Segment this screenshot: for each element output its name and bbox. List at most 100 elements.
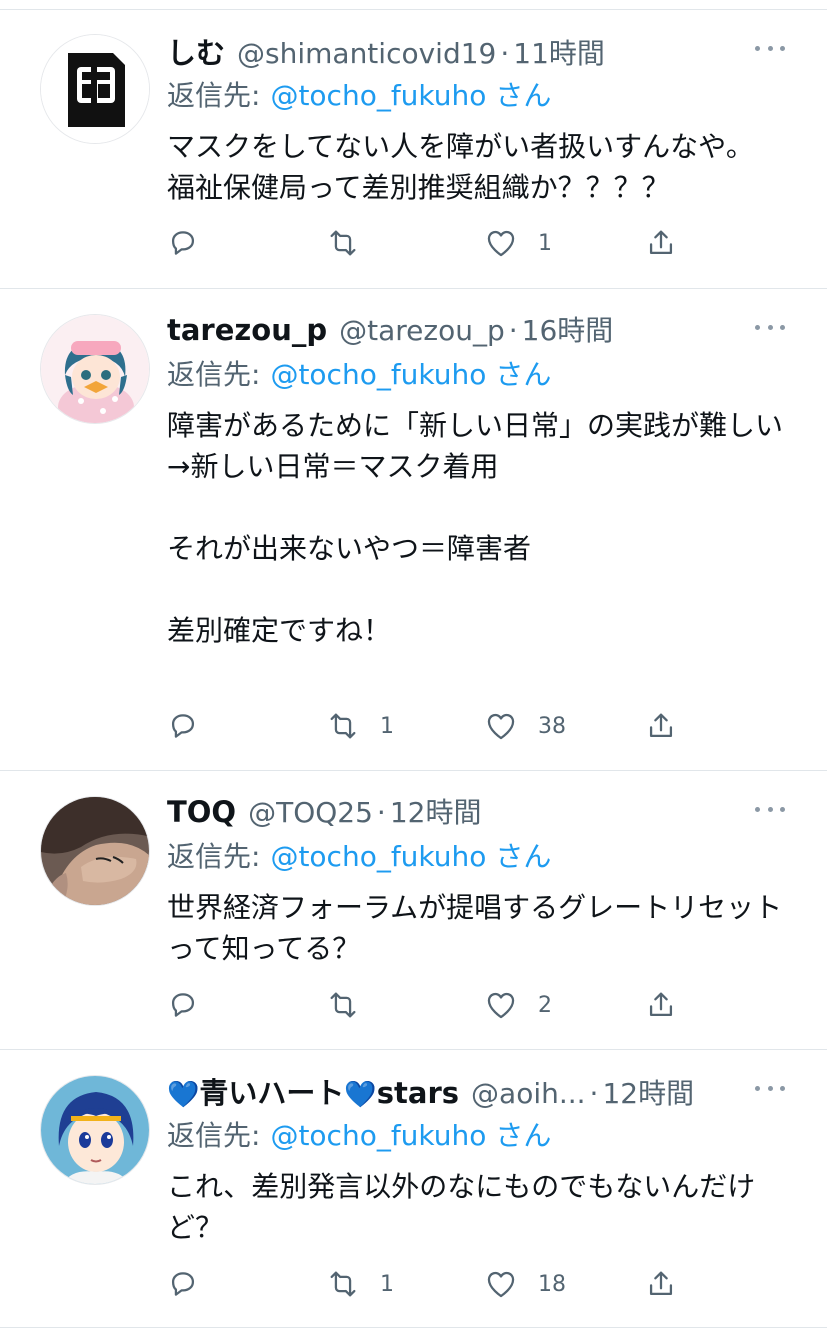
retweet-icon xyxy=(330,713,356,739)
reply-mention[interactable]: @tocho_fukuho xyxy=(270,358,486,391)
reply-mention[interactable]: @tocho_fukuho xyxy=(270,840,486,873)
like-button[interactable]: 2 xyxy=(484,985,552,1025)
avatar[interactable] xyxy=(40,1075,150,1185)
tweet-3[interactable]: TOQ @TOQ25 · 12時間 返信先: @tocho_fukuho さん 世… xyxy=(0,771,827,1050)
more-icon[interactable] xyxy=(755,42,785,54)
retweet-icon xyxy=(330,992,356,1018)
share-icon xyxy=(649,992,673,1017)
separator: · xyxy=(500,37,510,70)
retweet-icon xyxy=(330,1271,356,1297)
timestamp[interactable]: 12時間 xyxy=(390,791,482,831)
reply-icon xyxy=(171,714,195,738)
retweet-icon xyxy=(330,230,356,256)
like-count: 2 xyxy=(538,992,552,1018)
display-name[interactable]: tarezou_p xyxy=(167,313,327,347)
reply-icon xyxy=(171,231,195,255)
reply-prefix: 返信先: xyxy=(167,1119,261,1152)
retweet-button[interactable]: 1 xyxy=(326,706,394,746)
reply-button[interactable] xyxy=(166,223,220,263)
reply-to-line: 返信先: @tocho_fukuho さん xyxy=(167,1114,551,1154)
sim-card-icon xyxy=(41,35,149,143)
reply-to-line: 返信先: @tocho_fukuho さん xyxy=(167,835,551,875)
share-icon xyxy=(649,230,673,255)
reply-button[interactable] xyxy=(166,985,220,1025)
like-button[interactable]: 38 xyxy=(484,706,566,746)
reply-to-line: 返信先: @tocho_fukuho さん xyxy=(167,353,551,393)
avatar[interactable] xyxy=(40,34,150,144)
tweet-header: 💙青いハート💙stars @aoih... · 12時間 xyxy=(167,1070,747,1114)
handle[interactable]: @shimanticovid19 xyxy=(237,37,496,70)
display-name-text: stars xyxy=(376,1076,460,1110)
anime-avatar-image xyxy=(41,1076,149,1184)
reply-mention[interactable]: @tocho_fukuho xyxy=(270,1119,486,1152)
like-icon xyxy=(487,992,515,1019)
reply-prefix: 返信先: xyxy=(167,840,261,873)
more-icon[interactable] xyxy=(755,321,785,333)
share-button[interactable] xyxy=(644,223,678,263)
retweet-button[interactable]: 1 xyxy=(326,1264,394,1304)
tweet-4[interactable]: 💙青いハート💙stars @aoih... · 12時間 返信先: @tocho_… xyxy=(0,1050,827,1328)
handle[interactable]: @tarezou_p xyxy=(339,314,505,347)
reply-prefix: 返信先: xyxy=(167,358,261,391)
share-icon xyxy=(649,1271,673,1296)
tweet-text: 世界経済フォーラムが提唱するグレートリセットって知ってる？ xyxy=(167,891,783,965)
tweet-header: TOQ @TOQ25 · 12時間 xyxy=(167,791,747,835)
reply-button[interactable] xyxy=(166,1264,220,1304)
reply-icon xyxy=(171,993,195,1017)
display-name[interactable]: TOQ xyxy=(167,795,236,829)
reply-suffix: さん xyxy=(495,840,552,873)
tweet-actions: 1 18 xyxy=(0,1264,827,1304)
display-name[interactable]: 💙青いハート💙stars xyxy=(167,1070,459,1112)
tweet-header: しむ @shimanticovid19 · 11時間 xyxy=(167,30,747,74)
display-name-text: 青いハート xyxy=(199,1076,345,1110)
separator: · xyxy=(589,1077,599,1110)
like-icon xyxy=(487,230,515,257)
like-icon xyxy=(487,1271,515,1298)
more-icon[interactable] xyxy=(755,1082,785,1094)
retweet-button[interactable] xyxy=(326,223,380,263)
reply-suffix: さん xyxy=(495,358,552,391)
anime-avatar-image xyxy=(41,315,149,423)
reply-suffix: さん xyxy=(495,79,552,112)
reply-to-line: 返信先: @tocho_fukuho さん xyxy=(167,74,551,114)
handle[interactable]: @aoih... xyxy=(471,1077,586,1110)
like-count: 38 xyxy=(538,713,566,739)
tweet-actions: 1 xyxy=(0,223,827,263)
tweet-actions: 1 38 xyxy=(0,706,827,746)
retweet-button[interactable] xyxy=(326,985,380,1025)
tweet-1[interactable]: しむ @shimanticovid19 · 11時間 返信先: @tocho_fu… xyxy=(0,10,827,289)
tweet-2[interactable]: tarezou_p @tarezou_p · 16時間 返信先: @tocho_f… xyxy=(0,289,827,771)
reply-icon xyxy=(171,1272,195,1296)
reply-button[interactable] xyxy=(166,706,220,746)
separator: · xyxy=(508,314,518,347)
like-button[interactable]: 18 xyxy=(484,1264,566,1304)
hand-photo-image xyxy=(41,797,149,905)
timestamp[interactable]: 16時間 xyxy=(522,309,614,349)
reply-suffix: さん xyxy=(495,1119,552,1152)
separator: · xyxy=(376,796,386,829)
avatar[interactable] xyxy=(40,314,150,424)
share-button[interactable] xyxy=(644,1264,678,1304)
like-count: 1 xyxy=(538,230,552,256)
like-button[interactable]: 1 xyxy=(484,223,552,263)
share-button[interactable] xyxy=(644,985,678,1025)
more-icon[interactable] xyxy=(755,803,785,815)
tweet-text: これ、差別発言以外のなにものでもないんだけど？ xyxy=(167,1170,756,1244)
handle[interactable]: @TOQ25 xyxy=(248,796,373,829)
like-count: 18 xyxy=(538,1271,566,1297)
like-icon xyxy=(487,713,515,740)
reply-mention[interactable]: @tocho_fukuho xyxy=(270,79,486,112)
timestamp[interactable]: 11時間 xyxy=(513,32,605,72)
timestamp[interactable]: 12時間 xyxy=(602,1072,694,1112)
tweet-header: tarezou_p @tarezou_p · 16時間 xyxy=(167,309,747,353)
avatar[interactable] xyxy=(40,796,150,906)
retweet-count: 1 xyxy=(380,1271,394,1297)
blue-heart-icon: 💙 xyxy=(167,1080,200,1110)
share-icon xyxy=(649,713,673,738)
share-button[interactable] xyxy=(644,706,678,746)
reply-prefix: 返信先: xyxy=(167,79,261,112)
display-name[interactable]: しむ xyxy=(167,30,225,72)
tweet-text: 障害があるために「新しい日常」の実践が難しい →新しい日常＝マスク着用 それが出… xyxy=(167,409,784,647)
blue-heart-icon: 💙 xyxy=(344,1080,377,1110)
retweet-count: 1 xyxy=(380,713,394,739)
